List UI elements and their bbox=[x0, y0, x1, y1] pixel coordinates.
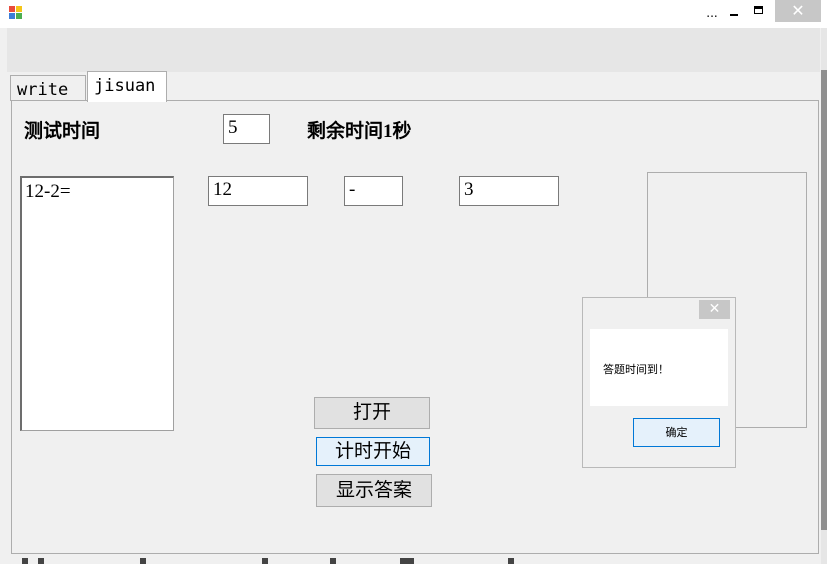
more-options-button[interactable]: ... bbox=[702, 6, 722, 22]
clipped-fragment bbox=[38, 558, 44, 564]
operand1-input[interactable]: 12 bbox=[208, 176, 308, 206]
ok-button[interactable]: 确定 bbox=[633, 418, 720, 447]
app-icon bbox=[9, 6, 23, 20]
message-box-close-button[interactable]: ✕ bbox=[699, 300, 730, 319]
clipped-fragment bbox=[330, 558, 336, 564]
message-text: 答题时间到！ bbox=[603, 363, 669, 376]
show-answer-button[interactable]: 显示答案 bbox=[316, 474, 432, 507]
minimize-icon[interactable] bbox=[727, 6, 741, 20]
clipped-fragment bbox=[508, 558, 514, 564]
message-box: ✕ 答题时间到！ 确定 bbox=[582, 297, 736, 468]
test-time-input[interactable]: 5 bbox=[223, 114, 270, 144]
remaining-time-label: 剩余时间1秒 bbox=[307, 121, 412, 142]
open-button[interactable]: 打开 bbox=[314, 397, 430, 429]
clipped-fragment bbox=[22, 558, 28, 564]
questions-list[interactable]: 12-2= bbox=[20, 176, 174, 431]
start-timer-button[interactable]: 计时开始 bbox=[316, 437, 430, 466]
maximize-icon[interactable] bbox=[752, 4, 766, 18]
toolbar-area bbox=[7, 28, 820, 72]
scrollbar[interactable] bbox=[821, 70, 827, 530]
tab-jisuan[interactable]: jisuan bbox=[87, 71, 167, 102]
test-time-label: 测试时间 bbox=[24, 121, 101, 142]
tab-write[interactable]: write bbox=[10, 75, 86, 101]
operator-input[interactable]: - bbox=[344, 176, 403, 206]
clipped-fragment bbox=[140, 558, 146, 564]
clipped-fragment bbox=[400, 558, 414, 564]
clipped-fragment bbox=[262, 558, 268, 564]
message-box-body: 答题时间到！ bbox=[590, 329, 728, 406]
question-item: 12-2= bbox=[25, 181, 71, 202]
close-window-button[interactable]: ✕ bbox=[775, 0, 821, 22]
operand2-input[interactable]: 3 bbox=[459, 176, 559, 206]
